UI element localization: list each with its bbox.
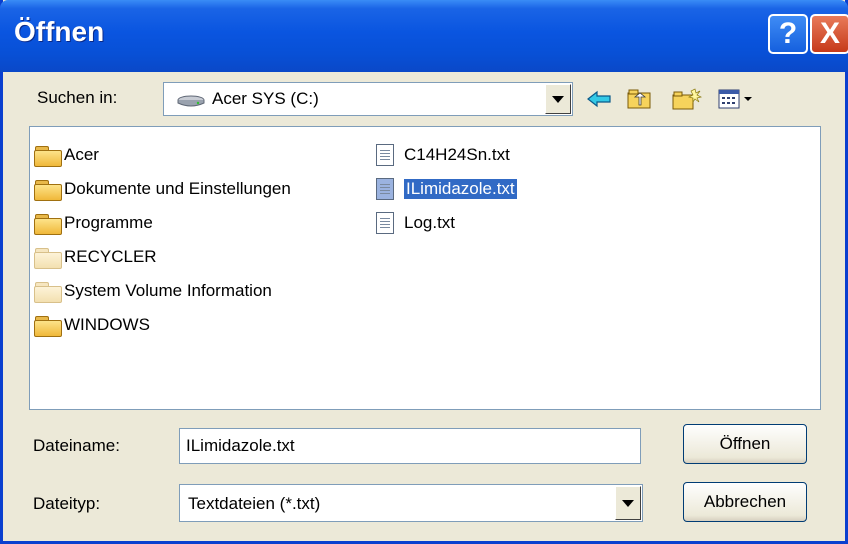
folder-name: Programme	[64, 213, 153, 232]
cancel-button[interactable]: Abbrechen	[683, 482, 807, 522]
hidden-folder-icon	[32, 280, 62, 303]
folder-name: RECYCLER	[64, 247, 157, 266]
up-folder-icon[interactable]	[625, 88, 653, 110]
folder-name: WINDOWS	[64, 315, 150, 334]
folder-icon	[32, 178, 62, 201]
hidden-folder-icon	[32, 246, 62, 269]
folder-name: Acer	[64, 145, 99, 164]
open-dialog: Öffnen ? X Suchen in: Acer SYS (C:) Acer…	[0, 0, 848, 544]
folder-item[interactable]: Dokumente und Einstellungen	[32, 175, 291, 203]
file-item[interactable]: Log.txt	[376, 209, 455, 237]
hard-drive-icon	[176, 94, 206, 107]
folder-item[interactable]: RECYCLER	[32, 243, 157, 271]
file-item[interactable]: C14H24Sn.txt	[376, 141, 510, 169]
folder-name: Dokumente und Einstellungen	[64, 179, 291, 198]
folder-item[interactable]: WINDOWS	[32, 311, 150, 339]
text-file-icon	[376, 144, 394, 166]
back-arrow-icon[interactable]	[585, 88, 613, 110]
filename-label: Dateiname:	[33, 436, 120, 455]
file-item-selected[interactable]: ILimidazole.txt	[376, 175, 518, 203]
look-in-dropdown-button[interactable]	[545, 84, 571, 114]
filetype-dropdown-button[interactable]	[615, 486, 641, 520]
help-button[interactable]: ?	[768, 14, 808, 54]
look-in-label: Suchen in:	[37, 88, 118, 107]
filetype-value: Textdateien (*.txt)	[188, 494, 321, 513]
filename-input[interactable]	[179, 428, 641, 464]
text-file-icon	[376, 178, 394, 200]
folder-icon	[32, 314, 62, 337]
filetype-dropdown[interactable]: Textdateien (*.txt)	[179, 484, 643, 522]
file-name: ILimidazole.txt	[403, 178, 518, 200]
folder-item[interactable]: Acer	[32, 141, 99, 169]
file-name: Log.txt	[404, 213, 456, 232]
title-bar[interactable]: Öffnen ? X	[0, 0, 848, 72]
text-file-icon	[376, 212, 394, 234]
look-in-dropdown[interactable]: Acer SYS (C:)	[163, 82, 573, 116]
look-in-value: Acer SYS (C:)	[212, 89, 319, 108]
folder-icon	[32, 212, 62, 235]
folder-name: System Volume Information	[64, 281, 272, 300]
file-list[interactable]: Acer Dokumente und Einstellungen Program…	[29, 126, 821, 410]
folder-item[interactable]: System Volume Information	[32, 277, 272, 305]
view-menu-icon[interactable]	[717, 88, 757, 110]
file-name: C14H24Sn.txt	[404, 145, 510, 164]
filetype-label: Dateityp:	[33, 494, 101, 513]
new-folder-icon[interactable]	[671, 88, 703, 110]
folder-item[interactable]: Programme	[32, 209, 153, 237]
close-button[interactable]: X	[810, 14, 848, 54]
folder-icon	[32, 144, 62, 167]
dialog-title: Öffnen	[14, 16, 105, 47]
open-button[interactable]: Öffnen	[683, 424, 807, 464]
